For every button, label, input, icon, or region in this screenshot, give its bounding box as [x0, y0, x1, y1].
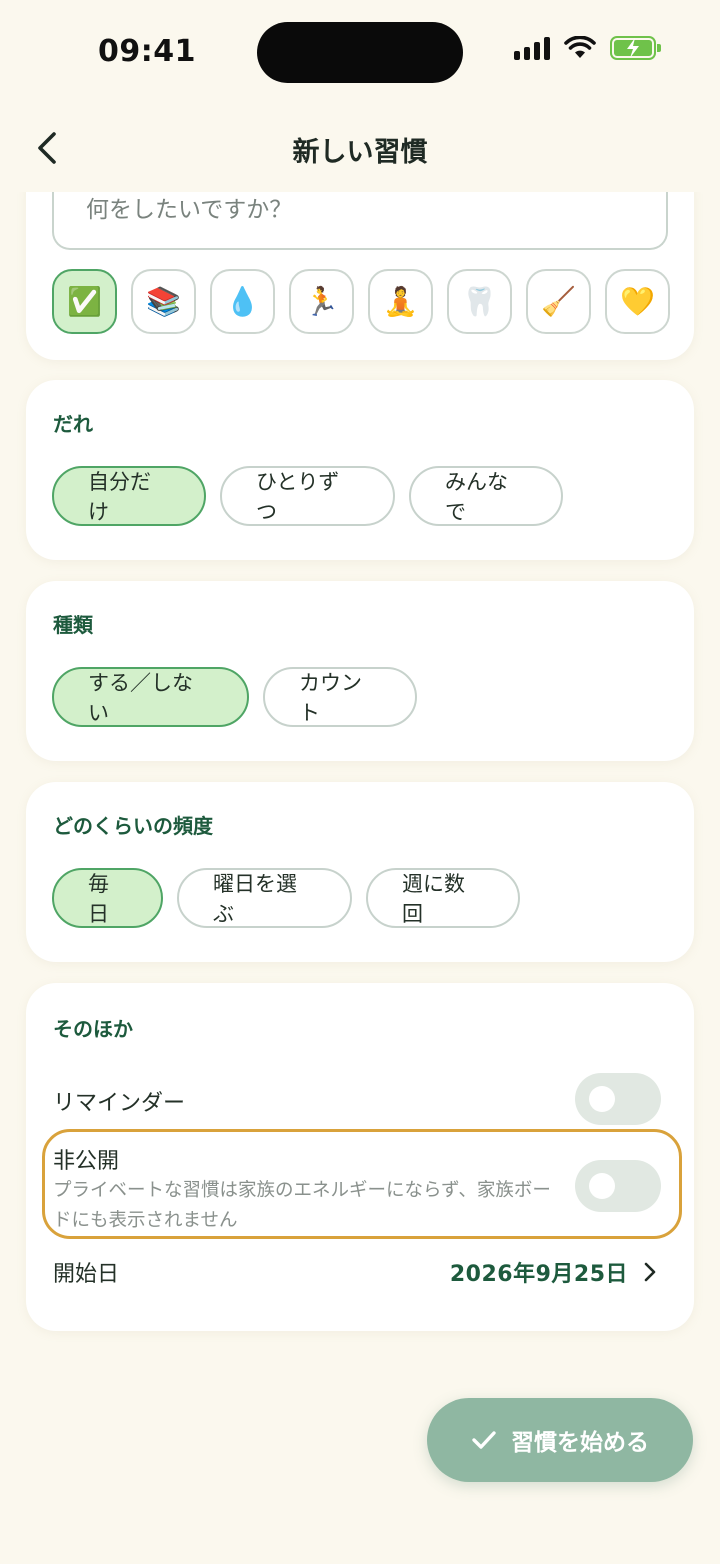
status-time: 09:41: [98, 34, 196, 69]
who-label: だれ: [53, 412, 93, 436]
other-label: そのほか: [53, 1017, 133, 1041]
who-options: 自分だけ ひとりずつ みんなで: [52, 466, 563, 526]
icon-option-books[interactable]: 📚: [131, 269, 196, 334]
kind-label: 種類: [53, 613, 93, 637]
private-description: プライベートな習慣は家族のエネルギーにならず、家族ボードにも表示されません: [53, 1180, 551, 1231]
icon-option-broom[interactable]: 🧹: [526, 269, 591, 334]
habit-name-placeholder: 何をしたいですか？: [86, 197, 293, 223]
status-bar: 09:41: [0, 0, 720, 100]
kind-option-yes-no[interactable]: する／しない: [52, 667, 249, 727]
who-card: だれ 自分だけ ひとりずつ みんなで: [26, 380, 694, 560]
start-habit-label: 習慣を始める: [511, 1430, 649, 1456]
start-date-label: 開始日: [53, 1262, 120, 1287]
start-habit-button[interactable]: 習慣を始める: [427, 1398, 693, 1482]
wifi-icon: [564, 36, 596, 58]
start-date-value[interactable]: 2026年9月25日: [450, 1256, 628, 1288]
private-label: 非公開: [53, 1149, 120, 1174]
navigation-bar: 新しい習慣: [0, 100, 720, 192]
habit-name-input[interactable]: 何をしたいですか？: [52, 192, 668, 250]
battery-charging-icon: [610, 36, 661, 60]
icon-option-running[interactable]: 🏃: [289, 269, 354, 334]
reminder-toggle[interactable]: [575, 1073, 661, 1125]
icon-option-check[interactable]: ✅: [52, 269, 117, 334]
icon-option-meditation[interactable]: 🧘: [368, 269, 433, 334]
who-option-self[interactable]: 自分だけ: [52, 466, 206, 526]
status-icons: [514, 36, 661, 60]
who-option-everyone[interactable]: みんなで: [409, 466, 563, 526]
dynamic-island: [257, 22, 463, 83]
form-content[interactable]: 何をしたいですか？ ✅ 📚 💧 🏃 🧘 🦷 🧹 💛 だれ 自分だけ ひとりずつ …: [0, 192, 720, 1564]
habit-name-card: 何をしたいですか？ ✅ 📚 💧 🏃 🧘 🦷 🧹 💛: [26, 192, 694, 360]
other-settings-card: そのほか リマインダー 非公開 プライベートな習慣は家族のエネルギーにならず、家…: [26, 983, 694, 1331]
frequency-option-times-per-week[interactable]: 週に数回: [366, 868, 520, 928]
page-title: 新しい習慣: [292, 137, 428, 168]
cellular-signal-icon: [514, 36, 550, 60]
icon-option-tooth[interactable]: 🦷: [447, 269, 512, 334]
reminder-label: リマインダー: [53, 1091, 186, 1116]
icon-option-water[interactable]: 💧: [210, 269, 275, 334]
frequency-options: 毎日 曜日を選ぶ 週に数回: [52, 868, 520, 928]
checkmark-icon: [472, 1431, 496, 1449]
who-option-each[interactable]: ひとりずつ: [220, 466, 395, 526]
private-toggle[interactable]: [575, 1160, 661, 1212]
kind-card: 種類 する／しない カウント: [26, 581, 694, 761]
kind-options: する／しない カウント: [52, 667, 417, 727]
frequency-label: どのくらいの頻度: [53, 814, 213, 838]
frequency-option-daily[interactable]: 毎日: [52, 868, 163, 928]
frequency-option-weekdays[interactable]: 曜日を選ぶ: [177, 868, 352, 928]
frequency-card: どのくらいの頻度 毎日 曜日を選ぶ 週に数回: [26, 782, 694, 962]
chevron-right-icon[interactable]: [642, 1260, 658, 1284]
screen: 09:41 新しい習慣 何をしたいですか？ ✅ 📚 💧 🏃 🧘 🦷 🧹 💛 だれ…: [0, 0, 720, 1564]
icon-option-heart[interactable]: 💛: [605, 269, 670, 334]
kind-option-count[interactable]: カウント: [263, 667, 417, 727]
icon-picker: ✅ 📚 💧 🏃 🧘 🦷 🧹 💛: [52, 269, 670, 334]
